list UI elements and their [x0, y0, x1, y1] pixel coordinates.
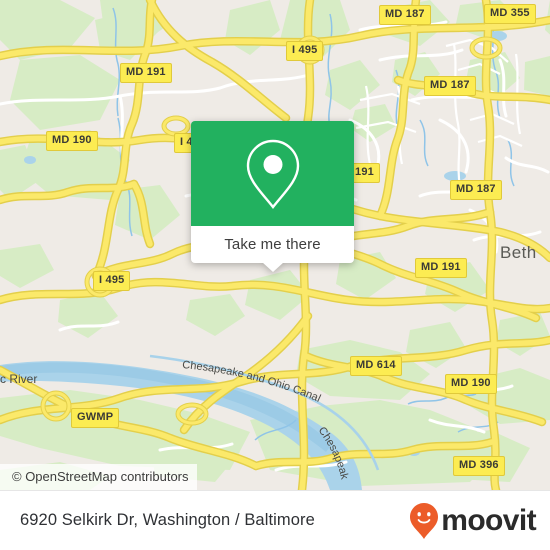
place-label-bethesda: Beth	[500, 243, 537, 262]
callout-pointer-tail	[261, 262, 284, 272]
bottom-info-bar: 6920 Selkirk Dr, Washington / Baltimore …	[0, 490, 550, 550]
map-pin-icon	[246, 139, 299, 209]
road-shield: GWMP	[71, 408, 120, 428]
moovit-map-screen: Chesapeake and Ohio Canal Chesapeake an …	[0, 0, 550, 550]
take-me-there-label: Take me there	[224, 236, 321, 253]
road-shield: MD 187	[450, 180, 502, 200]
road-shield: MD 191	[415, 258, 467, 278]
osm-attribution[interactable]: © OpenStreetMap contributors	[0, 464, 197, 490]
river-label: c River	[0, 372, 38, 386]
callout-image-area	[191, 121, 354, 226]
road-shield: MD 396	[453, 456, 505, 476]
road-shield: MD 614	[350, 356, 402, 376]
road-shield: MD 187	[424, 76, 476, 96]
road-shield: MD 187	[379, 5, 431, 25]
moovit-wordmark: moovit	[441, 503, 536, 537]
address-label: 6920 Selkirk Dr, Washington / Baltimore	[20, 511, 315, 529]
road-shield: MD 355	[484, 4, 536, 24]
road-shield: MD 191	[120, 63, 172, 83]
destination-callout[interactable]: Take me there	[191, 121, 354, 272]
road-shield: MD 190	[46, 131, 98, 151]
road-shield: MD 190	[445, 374, 497, 394]
road-shield: I 495	[93, 271, 131, 291]
moovit-pin-smiley-icon	[410, 502, 439, 539]
callout-action-area[interactable]: Take me there	[191, 226, 354, 272]
moovit-brand[interactable]: moovit	[409, 502, 537, 540]
road-shield: I 495	[286, 41, 324, 61]
